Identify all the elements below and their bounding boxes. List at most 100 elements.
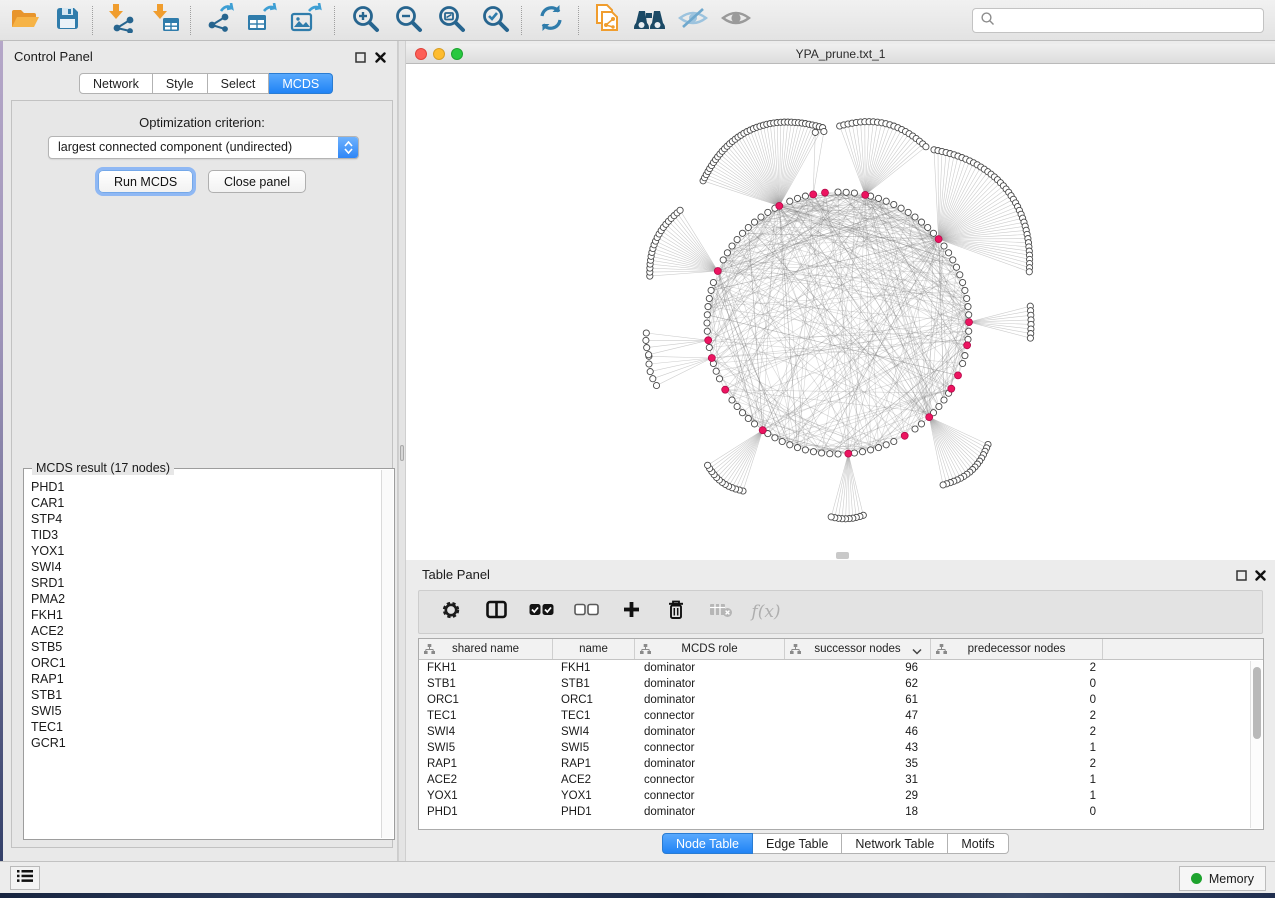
list-item[interactable]: TID3 <box>31 527 380 543</box>
deselect-all-button[interactable] <box>573 603 599 621</box>
clone-network-button[interactable] <box>588 3 626 38</box>
tab-network[interactable]: Network <box>79 73 153 94</box>
open-file-button[interactable] <box>6 3 44 38</box>
tree-icon <box>936 644 947 658</box>
table-row[interactable]: STB1STB1dominator620 <box>419 676 1263 692</box>
export-network-button[interactable] <box>200 3 238 38</box>
zoom-in-button[interactable] <box>346 3 384 38</box>
column-header-predecessor-nodes[interactable]: predecessor nodes <box>931 639 1103 659</box>
table-row[interactable]: RAP1RAP1dominator352 <box>419 756 1263 772</box>
tab-node-table[interactable]: Node Table <box>662 833 753 854</box>
table-scrollbar[interactable] <box>1250 661 1262 828</box>
network-hscrollbar-thumb[interactable] <box>836 552 849 559</box>
table-row[interactable]: TEC1TEC1connector472 <box>419 708 1263 724</box>
eye-slash-icon <box>678 6 708 35</box>
list-item[interactable]: SWI5 <box>31 703 380 719</box>
memory-label: Memory <box>1209 872 1254 886</box>
list-item[interactable]: SWI4 <box>31 559 380 575</box>
network-view[interactable] <box>406 64 1275 560</box>
table-row[interactable]: FKH1FKH1dominator962 <box>419 660 1263 676</box>
list-item[interactable]: SRD1 <box>31 575 380 591</box>
zoom-out-icon <box>394 4 423 38</box>
tab-select[interactable]: Select <box>208 73 270 94</box>
find-button[interactable] <box>630 3 668 38</box>
table-row[interactable]: ORC1ORC1dominator610 <box>419 692 1263 708</box>
zoom-fit-button[interactable] <box>432 3 470 38</box>
control-panel: Control Panel Network Style Select MCDS … <box>3 41 398 861</box>
table-row[interactable]: PHD1PHD1dominator180 <box>419 804 1263 820</box>
table-scrollbar-thumb[interactable] <box>1253 667 1261 739</box>
tab-mcds[interactable]: MCDS <box>269 73 333 94</box>
list-item[interactable]: PMA2 <box>31 591 380 607</box>
window-close-button[interactable] <box>415 48 427 60</box>
export-table-icon <box>246 3 278 38</box>
table-row[interactable]: SWI5SWI5connector431 <box>419 740 1263 756</box>
export-table-button[interactable] <box>243 3 281 38</box>
tab-style[interactable]: Style <box>153 73 208 94</box>
mcds-result-list: PHD1 CAR1 STP4 TID3 YOX1 SWI4 SRD1 PMA2 … <box>25 473 380 838</box>
list-item[interactable]: CAR1 <box>31 495 380 511</box>
hide-selected-button[interactable] <box>674 3 712 38</box>
list-item[interactable]: YOX1 <box>31 543 380 559</box>
zoom-out-button[interactable] <box>389 3 427 38</box>
panel-splitter[interactable] <box>398 41 406 861</box>
list-item[interactable]: ORC1 <box>31 655 380 671</box>
list-item[interactable]: ACE2 <box>31 623 380 639</box>
list-item[interactable]: RAP1 <box>31 671 380 687</box>
delete-table-button[interactable] <box>708 601 734 623</box>
table-settings-button[interactable] <box>438 600 464 625</box>
list-item[interactable]: TEC1 <box>31 719 380 735</box>
delete-column-button[interactable] <box>663 599 689 625</box>
search-field[interactable] <box>972 8 1264 33</box>
import-network-button[interactable] <box>102 3 140 38</box>
import-table-button[interactable] <box>146 3 184 38</box>
close-panel-button[interactable] <box>373 50 387 64</box>
list-item[interactable]: GCR1 <box>31 735 380 751</box>
export-image-button[interactable] <box>287 3 325 38</box>
select-all-button[interactable] <box>528 603 554 621</box>
list-item[interactable]: STP4 <box>31 511 380 527</box>
tab-motifs[interactable]: Motifs <box>948 833 1008 854</box>
table-row[interactable]: YOX1YOX1connector291 <box>419 788 1263 804</box>
dropdown-stepper-icon <box>338 137 358 158</box>
show-columns-button[interactable] <box>483 600 509 624</box>
optimization-criterion-label: Optimization criterion: <box>12 115 392 130</box>
run-mcds-button[interactable]: Run MCDS <box>98 170 193 193</box>
zoom-selected-button[interactable] <box>476 3 514 38</box>
import-table-icon <box>150 3 180 38</box>
tab-network-table[interactable]: Network Table <box>842 833 948 854</box>
list-item[interactable]: FKH1 <box>31 607 380 623</box>
memory-button[interactable]: Memory <box>1179 866 1266 891</box>
float-panel-button[interactable] <box>353 50 367 64</box>
column-header-name[interactable]: name <box>553 639 635 659</box>
column-header-shared-name[interactable]: shared name <box>419 639 553 659</box>
search-input[interactable] <box>995 11 1263 31</box>
list-item[interactable]: STB1 <box>31 687 380 703</box>
mcds-result-group: MCDS result (17 nodes) PHD1 CAR1 STP4 TI… <box>23 468 395 840</box>
control-panel-tabs: Network Style Select MCDS <box>79 73 333 94</box>
tab-edge-table[interactable]: Edge Table <box>753 833 842 854</box>
network-graph <box>406 64 1275 560</box>
close-table-panel-button[interactable] <box>1253 568 1267 582</box>
table-row[interactable]: SWI4SWI4dominator462 <box>419 724 1263 740</box>
splitter-handle[interactable] <box>400 445 404 461</box>
result-list-scrollbar[interactable] <box>381 470 393 838</box>
add-column-button[interactable] <box>618 601 644 623</box>
save-button[interactable] <box>48 3 86 38</box>
close-mcds-panel-button[interactable]: Close panel <box>208 170 306 193</box>
apply-function-button[interactable]: f(x) <box>753 602 779 622</box>
float-table-panel-button[interactable] <box>1234 568 1248 582</box>
task-history-button[interactable] <box>10 866 40 890</box>
network-window-titlebar[interactable]: YPA_prune.txt_1 <box>406 44 1275 64</box>
window-maximize-button[interactable] <box>451 48 463 60</box>
refresh-button[interactable] <box>532 3 570 38</box>
list-item[interactable]: PHD1 <box>31 479 380 495</box>
column-header-mcds-role[interactable]: MCDS role <box>635 639 785 659</box>
show-all-button[interactable] <box>717 3 755 38</box>
list-item[interactable]: STB5 <box>31 639 380 655</box>
window-minimize-button[interactable] <box>433 48 445 60</box>
trash-icon <box>666 599 686 625</box>
optimization-criterion-select[interactable]: largest connected component (undirected) <box>48 136 359 159</box>
table-row[interactable]: ACE2ACE2connector311 <box>419 772 1263 788</box>
column-header-successor-nodes[interactable]: successor nodes <box>785 639 931 659</box>
